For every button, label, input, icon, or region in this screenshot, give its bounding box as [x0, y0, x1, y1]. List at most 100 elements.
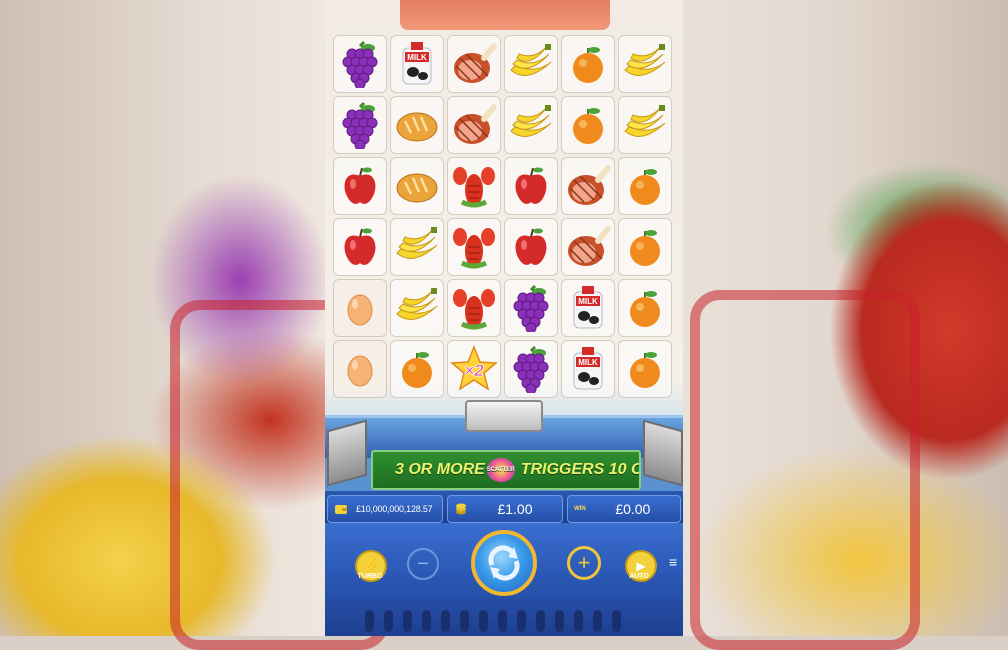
reel-cell-r2-c5	[561, 96, 615, 154]
reel-cell-r3-c3	[447, 157, 501, 215]
win-display: WIN £0.00	[567, 495, 681, 523]
multiplier-label: ×2	[464, 361, 484, 380]
banana-icon	[393, 223, 441, 271]
milk-label: MILK	[578, 358, 598, 367]
orange-icon	[564, 101, 612, 149]
reel-cell-r6-c2	[390, 340, 444, 398]
reel-cell-r6-c6	[618, 340, 672, 398]
banner-text-part2: TRIGGERS 10 OR M	[520, 461, 639, 478]
lobster-icon	[450, 284, 498, 332]
banana-icon	[393, 284, 441, 332]
reel-cell-r4-c5	[561, 218, 615, 276]
wallet-icon	[335, 505, 347, 514]
balance-value: £10,000,000,128.57	[356, 504, 433, 514]
decrease-bet-button[interactable]: −	[407, 548, 439, 580]
egg-icon	[336, 345, 384, 393]
reel-cell-r1-c2: MILK	[390, 35, 444, 93]
banner-text-part1: 3 OR MORE	[395, 461, 485, 478]
menu-icon[interactable]: ≡	[669, 555, 683, 569]
reel-cell-r4-c6	[618, 218, 672, 276]
banana-icon	[621, 40, 669, 88]
scatter-banner: 3 OR MORE SCATTER TRIGGERS 10 OR M	[371, 450, 641, 490]
reel-cell-r1-c6	[618, 35, 672, 93]
banana-icon	[507, 40, 555, 88]
milk-icon: MILK	[393, 40, 441, 88]
increase-bet-button[interactable]: +	[567, 546, 601, 580]
turbo-label: TURBO	[357, 573, 383, 580]
basket-slats	[365, 610, 645, 636]
reel-cell-r2-c6	[618, 96, 672, 154]
auto-label: AUTO	[629, 573, 649, 580]
basket-handle	[465, 400, 543, 432]
balance-display[interactable]: £10,000,000,128.57	[327, 495, 443, 523]
reel-cell-r5-c1	[333, 279, 387, 337]
ham-icon	[564, 162, 612, 210]
orange-icon	[621, 162, 669, 210]
reel-cell-r1-c4	[504, 35, 558, 93]
reel-cell-r1-c5	[561, 35, 615, 93]
reel-cell-r5-c5: MILK	[561, 279, 615, 337]
minus-icon: −	[417, 552, 429, 575]
orange-icon	[564, 40, 612, 88]
reel-cell-r3-c6	[618, 157, 672, 215]
spin-arrows-icon	[488, 545, 520, 581]
lobster-icon	[450, 162, 498, 210]
bet-display[interactable]: £1.00	[447, 495, 563, 523]
win-label: WIN	[574, 506, 586, 512]
reel-cell-r4-c2	[390, 218, 444, 276]
reel-cell-r1-c3	[447, 35, 501, 93]
reel-cell-r4-c3	[447, 218, 501, 276]
ham-icon	[450, 101, 498, 149]
reel-grid: MILK MILK ×2 MILK	[333, 35, 672, 398]
bet-value: £1.00	[497, 501, 533, 517]
play-icon: ▶	[636, 559, 646, 573]
reel-cell-r2-c4	[504, 96, 558, 154]
milk-icon: MILK	[564, 345, 612, 393]
grape-icon	[507, 284, 555, 332]
ham-icon	[564, 223, 612, 271]
win-value: £0.00	[615, 501, 651, 517]
top-sign	[400, 0, 610, 30]
grape-icon	[336, 40, 384, 88]
reel-cell-r3-c2	[390, 157, 444, 215]
banana-icon	[621, 101, 669, 149]
orange-icon	[621, 284, 669, 332]
orange-icon	[393, 345, 441, 393]
spin-button[interactable]	[471, 530, 537, 596]
grape-icon	[507, 345, 555, 393]
reel-cell-r6-c4	[504, 340, 558, 398]
apple-icon	[507, 223, 555, 271]
scatter-icon: SCATTER	[486, 458, 515, 482]
bread-icon	[393, 101, 441, 149]
ham-icon	[450, 40, 498, 88]
reel-cell-r3-c4	[504, 157, 558, 215]
lobster-icon	[450, 223, 498, 271]
reel-cell-r5-c4	[504, 279, 558, 337]
apple-icon	[336, 223, 384, 271]
multiplier-icon: ×2	[450, 345, 498, 393]
reel-cell-r3-c1	[333, 157, 387, 215]
apple-icon	[336, 162, 384, 210]
basket-clamp-right	[643, 419, 683, 487]
reel-cell-r6-c5: MILK	[561, 340, 615, 398]
reel-cell-r1-c1	[333, 35, 387, 93]
reel-cell-r5-c3	[447, 279, 501, 337]
reel-cell-r4-c4	[504, 218, 558, 276]
reel-cell-r2-c3	[447, 96, 501, 154]
reel-cell-r4-c1	[333, 218, 387, 276]
grape-icon	[336, 101, 384, 149]
coin-stack-icon	[456, 503, 466, 515]
reel-cell-r6-c1	[333, 340, 387, 398]
reel-cell-r5-c2	[390, 279, 444, 337]
reel-cell-r2-c1	[333, 96, 387, 154]
basket-clamp-left	[327, 419, 367, 487]
game-panel: MILK MILK ×2 MILK 3 OR MORE SCATTER TRIGG…	[325, 0, 683, 636]
reel-cell-r2-c2	[390, 96, 444, 154]
milk-label: MILK	[578, 297, 598, 306]
reel-cell-r3-c5	[561, 157, 615, 215]
milk-icon: MILK	[564, 284, 612, 332]
egg-icon	[336, 284, 384, 332]
reel-cell-r5-c6	[618, 279, 672, 337]
cart-right-decoration	[690, 290, 920, 650]
orange-icon	[621, 223, 669, 271]
